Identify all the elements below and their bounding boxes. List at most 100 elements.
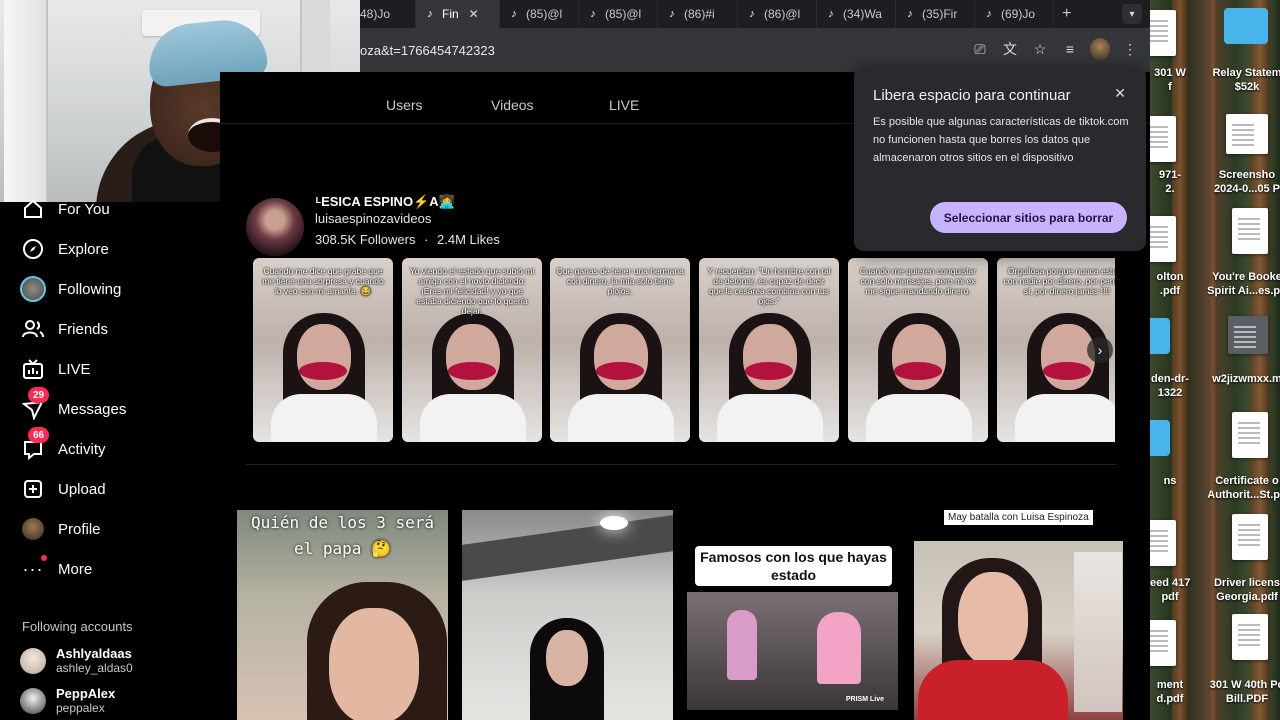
nav-explore[interactable]: Explore bbox=[20, 236, 109, 262]
tiktok-icon: ♪ bbox=[986, 8, 992, 20]
desktop-file-label: ns bbox=[1163, 475, 1177, 487]
nav-activity[interactable]: 66 Activity bbox=[20, 427, 106, 462]
upload-plus-icon bbox=[20, 476, 46, 502]
nav-profile[interactable]: Profile bbox=[20, 516, 101, 542]
video-thumbnail[interactable]: Que ganas de tener una hermana con diner… bbox=[550, 258, 690, 442]
friends-icon bbox=[20, 316, 46, 342]
browser-tab[interactable]: ♪ (35)Fir bbox=[896, 0, 975, 28]
desktop-file-label: 301 W 40th Po Bill.PDF bbox=[1209, 679, 1280, 705]
account-avatar[interactable] bbox=[246, 198, 304, 256]
video-overlay-text: Famosos con los que hayas estado bbox=[695, 546, 892, 586]
browser-tab[interactable]: ♪ (85)@l bbox=[500, 0, 579, 28]
tab-live[interactable]: LIVE bbox=[609, 97, 639, 113]
more-dots-icon: ··· bbox=[20, 555, 47, 582]
desktop-file-label: w2jizwmxx.m bbox=[1212, 373, 1280, 385]
video-result-card[interactable]: May batalla con Luisa Espinoza bbox=[912, 510, 1123, 720]
avatar bbox=[20, 648, 46, 674]
tiktok-icon: ♪ bbox=[427, 8, 433, 20]
desktop-file-label: Driver licens Georgia.pdf bbox=[1213, 577, 1280, 603]
tab-users[interactable]: Users bbox=[386, 97, 423, 113]
popup-body: Es posible que algunas características d… bbox=[873, 116, 1129, 164]
tiktok-icon: ♪ bbox=[828, 8, 834, 20]
desktop-file-label: Relay Statem $52k bbox=[1212, 67, 1280, 93]
webcam-window bbox=[4, 0, 48, 202]
browser-tab-active[interactable]: ♪ Fin ✕ bbox=[416, 0, 500, 28]
following-account[interactable]: PeppAlex peppalex bbox=[20, 686, 115, 716]
messages-badge: 29 bbox=[28, 387, 50, 403]
desktop-file-label: 301 Wf bbox=[1154, 67, 1186, 93]
live-tv-icon bbox=[20, 356, 46, 382]
nav-more[interactable]: ··· More bbox=[20, 555, 92, 582]
video-result-card[interactable]: Quién de los 3 será el papa 🤔 bbox=[237, 510, 448, 720]
desktop-file-label: You're Booke Spirit Ai...es.pd bbox=[1207, 271, 1280, 297]
nav-upload[interactable]: Upload bbox=[20, 476, 106, 502]
bookmark-star-icon[interactable]: ☆ bbox=[1030, 38, 1050, 60]
close-icon[interactable]: ✕ bbox=[1114, 85, 1126, 102]
video-thumbnail[interactable]: Yo viendo el estado que subió mi amiga c… bbox=[402, 258, 542, 442]
screen: { "browser": { "tabs": [ {"label": "48)J… bbox=[0, 0, 1280, 720]
tiktok-icon: ♪ bbox=[590, 8, 596, 20]
nav-friends[interactable]: Friends bbox=[20, 316, 108, 342]
profile-avatar[interactable] bbox=[1090, 38, 1110, 60]
activity-badge: 66 bbox=[28, 427, 50, 443]
following-avatar bbox=[20, 276, 46, 302]
close-tab-icon[interactable]: ✕ bbox=[469, 7, 479, 21]
tiktok-icon: ♪ bbox=[669, 8, 675, 20]
tiktok-sidebar: For You Explore Following Friends LIVE 2… bbox=[0, 199, 220, 720]
nav-live[interactable]: LIVE bbox=[20, 356, 91, 382]
desktop-file-label: ment d.pdf bbox=[1156, 679, 1184, 705]
nav-messages[interactable]: 29 Messages bbox=[20, 387, 126, 422]
new-tab-button[interactable]: + bbox=[1062, 5, 1071, 23]
browser-tab[interactable]: ♪ (85)@l bbox=[579, 0, 658, 28]
account-video-carousel: Cuando me dice que grabe que me tiene un… bbox=[253, 258, 1115, 442]
desktop-file-label: 971- 2. bbox=[1158, 169, 1182, 195]
video-thumbnail[interactable]: Cuando me quieren conquistar con solo me… bbox=[848, 258, 988, 442]
video-watermark: PRISM Live bbox=[845, 696, 884, 703]
nav-following[interactable]: Following bbox=[20, 276, 121, 302]
desktop-file-label: den-dr- 1322 bbox=[1151, 373, 1189, 399]
browser-tab[interactable]: 48)Jo bbox=[360, 0, 416, 28]
avatar bbox=[20, 688, 46, 714]
profile-avatar bbox=[20, 516, 46, 542]
translate-icon[interactable]: 文 bbox=[1000, 38, 1020, 60]
media-icon[interactable]: ≡ bbox=[1060, 38, 1080, 60]
address-bar-actions: ⎚ 文 ☆ ≡ ⋮ bbox=[970, 38, 1140, 60]
menu-icon[interactable]: ⋮ bbox=[1120, 38, 1140, 60]
desktop-file-label: olton .pdf bbox=[1156, 271, 1184, 297]
desktop-file-label: Certificate o Authorit...St.pd bbox=[1207, 475, 1280, 501]
video-result-card[interactable] bbox=[462, 510, 673, 720]
following-accounts-heading: Following accounts bbox=[22, 619, 133, 634]
messages-icon: 29 bbox=[20, 387, 50, 422]
home-icon bbox=[20, 196, 46, 222]
desktop-file-label: Screensho 2024-0...05 P bbox=[1213, 169, 1280, 195]
activity-icon: 66 bbox=[20, 427, 50, 462]
select-sites-button[interactable]: Seleccionar sitios para borrar bbox=[930, 202, 1127, 233]
account-display-name[interactable]: ᴸESICA ESPINO⚡A👩‍💻 bbox=[316, 194, 455, 210]
account-stats: 308.5K Followers · 2.4M Likes bbox=[315, 232, 500, 247]
desktop-file-label: eed 417 pdf bbox=[1150, 577, 1191, 603]
browser-tab[interactable]: ♪ (86)@l bbox=[738, 0, 817, 28]
tab-videos[interactable]: Videos bbox=[491, 97, 534, 113]
tiktok-icon: ♪ bbox=[749, 8, 755, 20]
account-handle[interactable]: luisaespinozavideos bbox=[315, 211, 431, 226]
storage-popup: Libera espacio para continuar ✕ Es posib… bbox=[854, 66, 1146, 251]
tiktok-icon: ♪ bbox=[907, 8, 913, 20]
install-icon[interactable]: ⎚ bbox=[970, 38, 990, 60]
notification-dot bbox=[41, 555, 47, 561]
video-thumbnail[interactable]: Y recuerden: "Un hombre con tal de deton… bbox=[699, 258, 839, 442]
video-overlay-text: May batalla con Luisa Espinoza bbox=[944, 510, 1093, 525]
popup-title: Libera espacio para continuar bbox=[873, 87, 1071, 104]
compass-icon bbox=[20, 236, 46, 262]
nav-for-you[interactable]: For You bbox=[20, 196, 110, 222]
following-account[interactable]: Ashlyaldaas ashley_aldas0 bbox=[20, 646, 133, 676]
url-field[interactable]: oza&t=1766454742323 bbox=[360, 43, 495, 58]
tab-search-chevron-icon[interactable]: ▾ bbox=[1122, 4, 1142, 24]
video-thumbnail[interactable]: Cuando me dice que grabe que me tiene un… bbox=[253, 258, 393, 442]
browser-tab[interactable]: ♪ (34)Wa bbox=[817, 0, 896, 28]
carousel-next-button[interactable]: › bbox=[1087, 337, 1113, 363]
video-overlay-text: Quién de los 3 será el papa 🤔 bbox=[250, 513, 435, 558]
desktop-background: 301 Wf Relay Statem $52k 971- 2. Screensho… bbox=[1150, 0, 1280, 720]
video-result-card[interactable]: Famosos con los que hayas estado PRISM L… bbox=[687, 510, 898, 720]
browser-tab[interactable]: ♪ (69)Jo bbox=[975, 0, 1054, 28]
browser-tab[interactable]: ♪ (86)#i bbox=[658, 0, 738, 28]
